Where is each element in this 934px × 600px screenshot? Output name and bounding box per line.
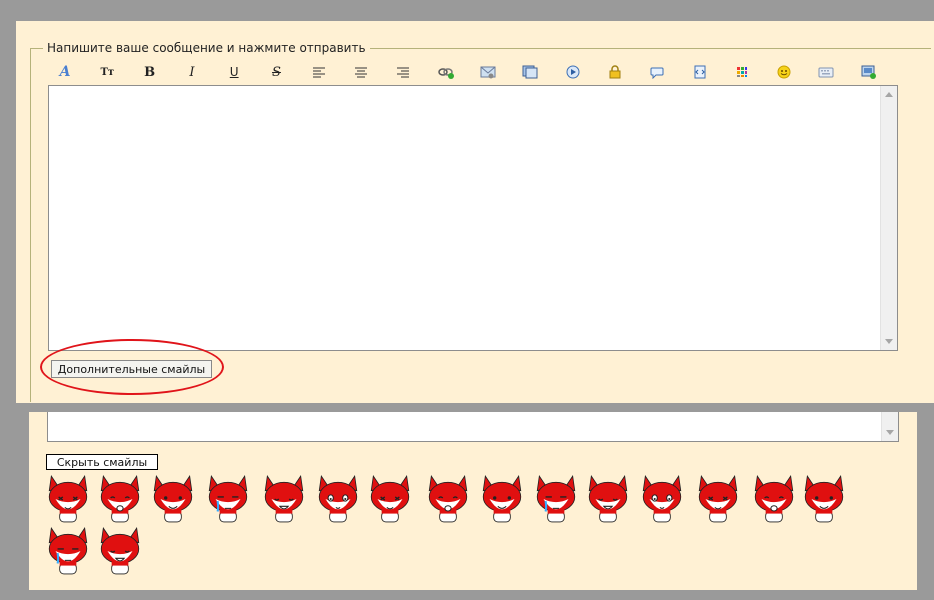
bold-icon-glyph: B: [144, 64, 156, 80]
code-icon[interactable]: [689, 62, 711, 82]
fox-smiley-icon[interactable]: [533, 474, 579, 524]
scroll-down-icon[interactable]: [886, 430, 894, 435]
font-size-icon-glyph: Tт: [100, 66, 115, 78]
fox-smiley-icon[interactable]: [45, 474, 91, 524]
strikethrough-icon[interactable]: S: [266, 62, 288, 82]
fox-smiley-icon[interactable]: [45, 526, 91, 576]
align-left-icon[interactable]: [308, 62, 330, 82]
insert-media-icon[interactable]: [519, 62, 541, 82]
underline-icon[interactable]: U: [223, 62, 245, 82]
fox-smiley-icon[interactable]: [315, 474, 361, 524]
smiley-icon[interactable]: [773, 62, 795, 82]
fox-smiley-icon[interactable]: [425, 474, 471, 524]
color-palette-icon[interactable]: [731, 62, 753, 82]
fox-smiley-icon[interactable]: [585, 474, 631, 524]
align-center-icon[interactable]: [350, 62, 372, 82]
editor-panel: Напишите ваше сообщение и нажмите отправ…: [16, 21, 934, 403]
upload-image-icon[interactable]: [858, 62, 880, 82]
fox-smiley-icon[interactable]: [150, 474, 196, 524]
fox-smiley-icon[interactable]: [695, 474, 741, 524]
fox-smiley-icon[interactable]: [751, 474, 797, 524]
insert-video-icon[interactable]: [562, 62, 584, 82]
fox-smiley-icon[interactable]: [261, 474, 307, 524]
fox-smiley-icon[interactable]: [801, 474, 847, 524]
fox-smiley-icon[interactable]: [639, 474, 685, 524]
bold-icon[interactable]: B: [139, 62, 161, 82]
message-scrollbar-bottom[interactable]: [881, 412, 898, 441]
underline-icon-glyph: U: [229, 65, 239, 79]
fox-smiley-icon[interactable]: [97, 526, 143, 576]
strikethrough-icon-glyph: S: [272, 64, 281, 80]
scroll-down-icon[interactable]: [885, 339, 893, 344]
italic-icon[interactable]: I: [181, 62, 203, 82]
smilies-panel: Скрыть смайлы: [29, 412, 917, 590]
italic-icon-glyph: I: [189, 64, 195, 80]
fox-smiley-icon[interactable]: [479, 474, 525, 524]
keyboard-icon[interactable]: [815, 62, 837, 82]
message-scrollbar[interactable]: [880, 86, 897, 350]
hide-smilies-button[interactable]: Скрыть смайлы: [46, 454, 158, 470]
formatting-toolbar: A Tт B I U S: [54, 62, 934, 82]
scroll-up-icon[interactable]: [885, 92, 893, 97]
font-color-icon-glyph: A: [59, 64, 71, 80]
message-textarea-bottom[interactable]: [47, 412, 899, 442]
fox-smiley-icon[interactable]: [97, 474, 143, 524]
smilies-grid: [45, 474, 905, 584]
fox-smiley-icon[interactable]: [367, 474, 413, 524]
hide-text-lock-icon[interactable]: [604, 62, 626, 82]
fox-smiley-icon[interactable]: [205, 474, 251, 524]
highlight-ellipse: [40, 339, 224, 395]
font-size-icon[interactable]: Tт: [96, 62, 118, 82]
insert-image-icon[interactable]: [477, 62, 499, 82]
message-legend: Напишите ваше сообщение и нажмите отправ…: [47, 41, 366, 55]
message-textarea[interactable]: [48, 85, 898, 351]
font-color-icon[interactable]: A: [54, 62, 76, 82]
insert-link-icon[interactable]: [435, 62, 457, 82]
quote-icon[interactable]: [646, 62, 668, 82]
align-right-icon[interactable]: [392, 62, 414, 82]
